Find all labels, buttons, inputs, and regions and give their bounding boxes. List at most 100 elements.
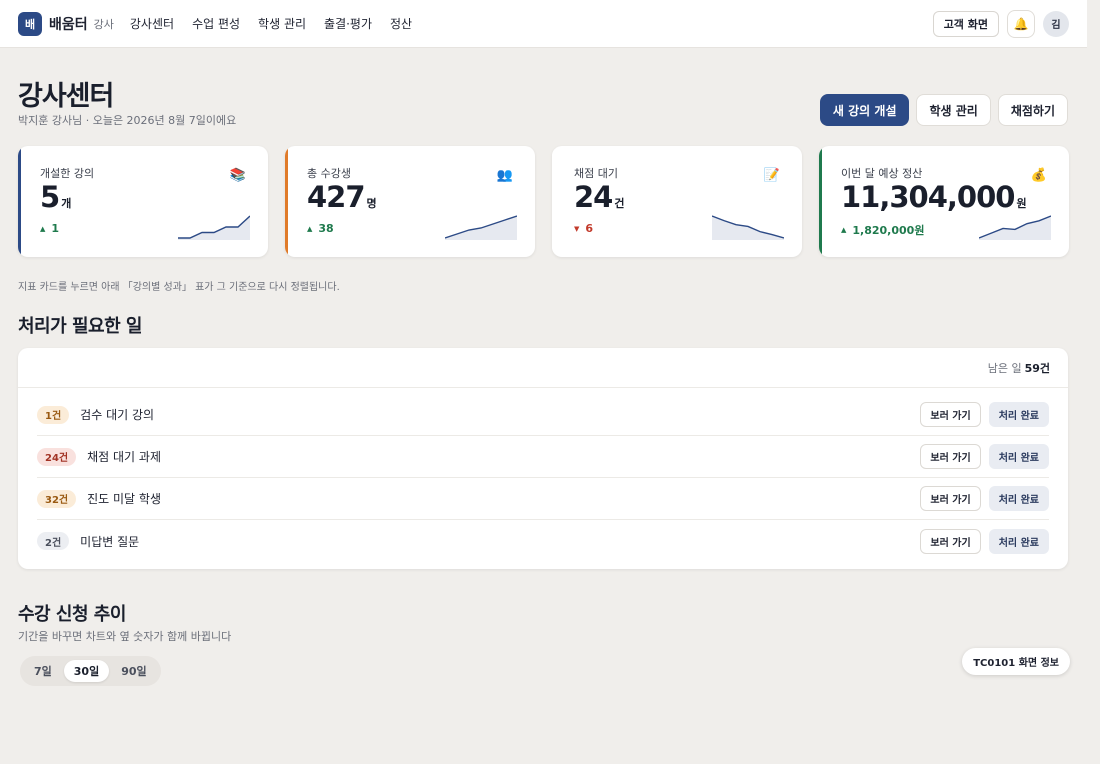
task-row: 2건 미답변 질문 보러 가기 처리 완료 [37, 520, 1049, 562]
kpi-number: 24 [574, 180, 613, 214]
period-7d[interactable]: 7일 [24, 660, 62, 682]
kpi-label: 총 수강생 [307, 167, 351, 180]
nav-link-class-schedule[interactable]: 수업 편성 [192, 15, 240, 32]
remaining-count: 59건 [1024, 361, 1050, 375]
nav-links: 강사센터 수업 편성 학생 관리 출결·평가 정산 [130, 15, 412, 32]
kpi-card-settlement[interactable]: 이번 달 예상 정산 💰 11,304,000 원 ▲ 1,820,000원 [819, 146, 1069, 257]
kpi-number: 11,304,000 [841, 180, 1015, 214]
kpi-hint: 지표 카드를 누르면 아래 「강의별 성과」 표가 그 기준으로 다시 정렬됩니… [18, 282, 340, 293]
task-actions: 보러 가기 처리 완료 [920, 528, 1049, 554]
kpi-value: 24 건 [574, 180, 624, 214]
tasks-title: 처리가 필요한 일 [18, 316, 142, 337]
people-icon: 👥 [496, 168, 513, 183]
sparkline-area [178, 216, 250, 240]
kpi-label: 이번 달 예상 정산 [841, 167, 923, 180]
kpi-value: 11,304,000 원 [841, 180, 1027, 214]
task-label: 진도 미달 학생 [87, 492, 161, 506]
kpi-label: 개설한 강의 [40, 167, 95, 180]
new-course-button[interactable]: 새 강의 개설 [819, 94, 910, 126]
books-icon: 📚 [229, 168, 246, 183]
kpi-sparkline [445, 215, 517, 240]
task-label: 채점 대기 과제 [87, 450, 161, 464]
top-nav: 배 배움터 강사 강사센터 수업 편성 학생 관리 출결·평가 정산 고객 화면… [0, 0, 1087, 48]
student-management-button[interactable]: 학생 관리 [916, 94, 991, 126]
kpi-sparkline [979, 215, 1051, 240]
remaining-label: 남은 일 [987, 361, 1022, 375]
nav-link-settlement[interactable]: 정산 [390, 15, 412, 32]
nav-link-instructor-center[interactable]: 강사센터 [130, 15, 174, 32]
go-button[interactable]: 보러 가기 [920, 444, 981, 469]
triangle-up-icon: ▲ [841, 226, 847, 234]
screen-info-button[interactable]: TC0101 화면 정보 [962, 648, 1070, 675]
logo-icon[interactable]: 배 [18, 11, 42, 36]
task-row: 24건 채점 대기 과제 보러 가기 처리 완료 [37, 436, 1049, 478]
task-count-badge: 1건 [37, 405, 70, 424]
scroll-gutter [1087, 0, 1100, 764]
kpi-delta-value: 6 [585, 222, 594, 235]
kpi-delta: ▲ 1 [40, 222, 59, 235]
customer-view-button[interactable]: 고객 화면 [932, 10, 999, 37]
nav-link-student-management[interactable]: 학생 관리 [258, 15, 306, 32]
triangle-up-icon: ▲ [40, 224, 46, 233]
triangle-up-icon: ▲ [307, 224, 313, 233]
task-actions: 보러 가기 처리 완료 [920, 402, 1049, 427]
period-30d[interactable]: 30일 [63, 660, 110, 682]
task-row: 1건 검수 대기 강의 보러 가기 처리 완료 [37, 394, 1049, 436]
kpi-unit: 명 [366, 197, 377, 210]
brand-name[interactable]: 배움터 [49, 14, 88, 34]
page-subtitle: 박지훈 강사님 · 오늘은 2026년 8월 7일이에요 [18, 114, 237, 127]
kpi-sparkline [178, 215, 250, 240]
kpi-delta-value: 38 [318, 222, 334, 235]
nav-link-attendance-evaluation[interactable]: 출결·평가 [324, 15, 372, 32]
done-button[interactable]: 처리 완료 [988, 528, 1049, 554]
trend-title: 수강 신청 추이 [18, 604, 126, 625]
go-button[interactable]: 보러 가기 [920, 402, 981, 427]
task-actions: 보러 가기 처리 완료 [920, 444, 1049, 469]
kpi-unit: 건 [614, 197, 625, 210]
role-label: 강사 [93, 17, 114, 31]
tasks-header: 남은 일 59건 [18, 348, 1068, 388]
bell-icon[interactable]: 🔔 [1007, 9, 1035, 38]
done-button[interactable]: 처리 완료 [988, 444, 1049, 469]
kpi-sparkline [712, 215, 784, 240]
nav-right: 고객 화면 🔔 김 [932, 9, 1069, 38]
money-bag-icon: 💰 [1030, 168, 1047, 183]
go-button[interactable]: 보러 가기 [920, 528, 981, 554]
task-label: 미답변 질문 [80, 534, 140, 549]
kpi-number: 427 [307, 180, 366, 214]
kpi-delta: ▼ 6 [574, 222, 593, 235]
done-button[interactable]: 처리 완료 [988, 486, 1049, 511]
grading-button[interactable]: 채점하기 [997, 94, 1068, 126]
kpi-card-grading[interactable]: 채점 대기 📝 24 건 ▼ 6 [552, 146, 802, 257]
task-row: 32건 진도 미달 학생 보러 가기 처리 완료 [37, 478, 1049, 520]
kpi-label: 채점 대기 [574, 167, 618, 180]
task-count-badge: 24건 [37, 447, 77, 466]
tasks-card: 남은 일 59건 1건 검수 대기 강의 보러 가기 처리 완료 24건 채점 … [18, 348, 1068, 569]
page-title: 강사센터 [18, 81, 114, 112]
kpi-delta-value: 1,820,000원 [852, 224, 925, 237]
kpi-delta-value: 1 [51, 222, 60, 235]
task-actions: 보러 가기 처리 완료 [920, 486, 1049, 511]
kpi-value: 5 개 [40, 180, 71, 214]
triangle-down-icon: ▼ [574, 224, 580, 233]
kpi-unit: 원 [1016, 197, 1027, 210]
kpi-number: 5 [40, 180, 60, 214]
memo-icon: 📝 [763, 168, 780, 183]
kpi-card-courses[interactable]: 개설한 강의 📚 5 개 ▲ 1 [18, 146, 268, 257]
task-label: 검수 대기 강의 [80, 408, 155, 422]
period-selector: 7일 30일 90일 [20, 656, 161, 686]
done-button[interactable]: 처리 완료 [988, 402, 1049, 427]
avatar[interactable]: 김 [1043, 10, 1069, 37]
kpi-delta: ▲ 38 [307, 222, 334, 235]
task-count-badge: 2건 [37, 532, 70, 550]
go-button[interactable]: 보러 가기 [920, 486, 981, 511]
kpi-delta: ▲ 1,820,000원 [841, 222, 924, 238]
period-90d[interactable]: 90일 [111, 660, 156, 682]
kpi-unit: 개 [61, 197, 72, 210]
kpi-row: 개설한 강의 📚 5 개 ▲ 1 총 수강생 👥 427 명 ▲ 38 채점 대… [18, 146, 1069, 257]
kpi-card-students[interactable]: 총 수강생 👥 427 명 ▲ 38 [285, 146, 535, 257]
task-count-badge: 32건 [37, 489, 77, 508]
header-actions: 새 강의 개설 학생 관리 채점하기 [819, 94, 1068, 126]
kpi-value: 427 명 [307, 180, 377, 214]
trend-subtitle: 기간을 바꾸면 차트와 옆 숫자가 함께 바뀝니다 [18, 630, 232, 643]
